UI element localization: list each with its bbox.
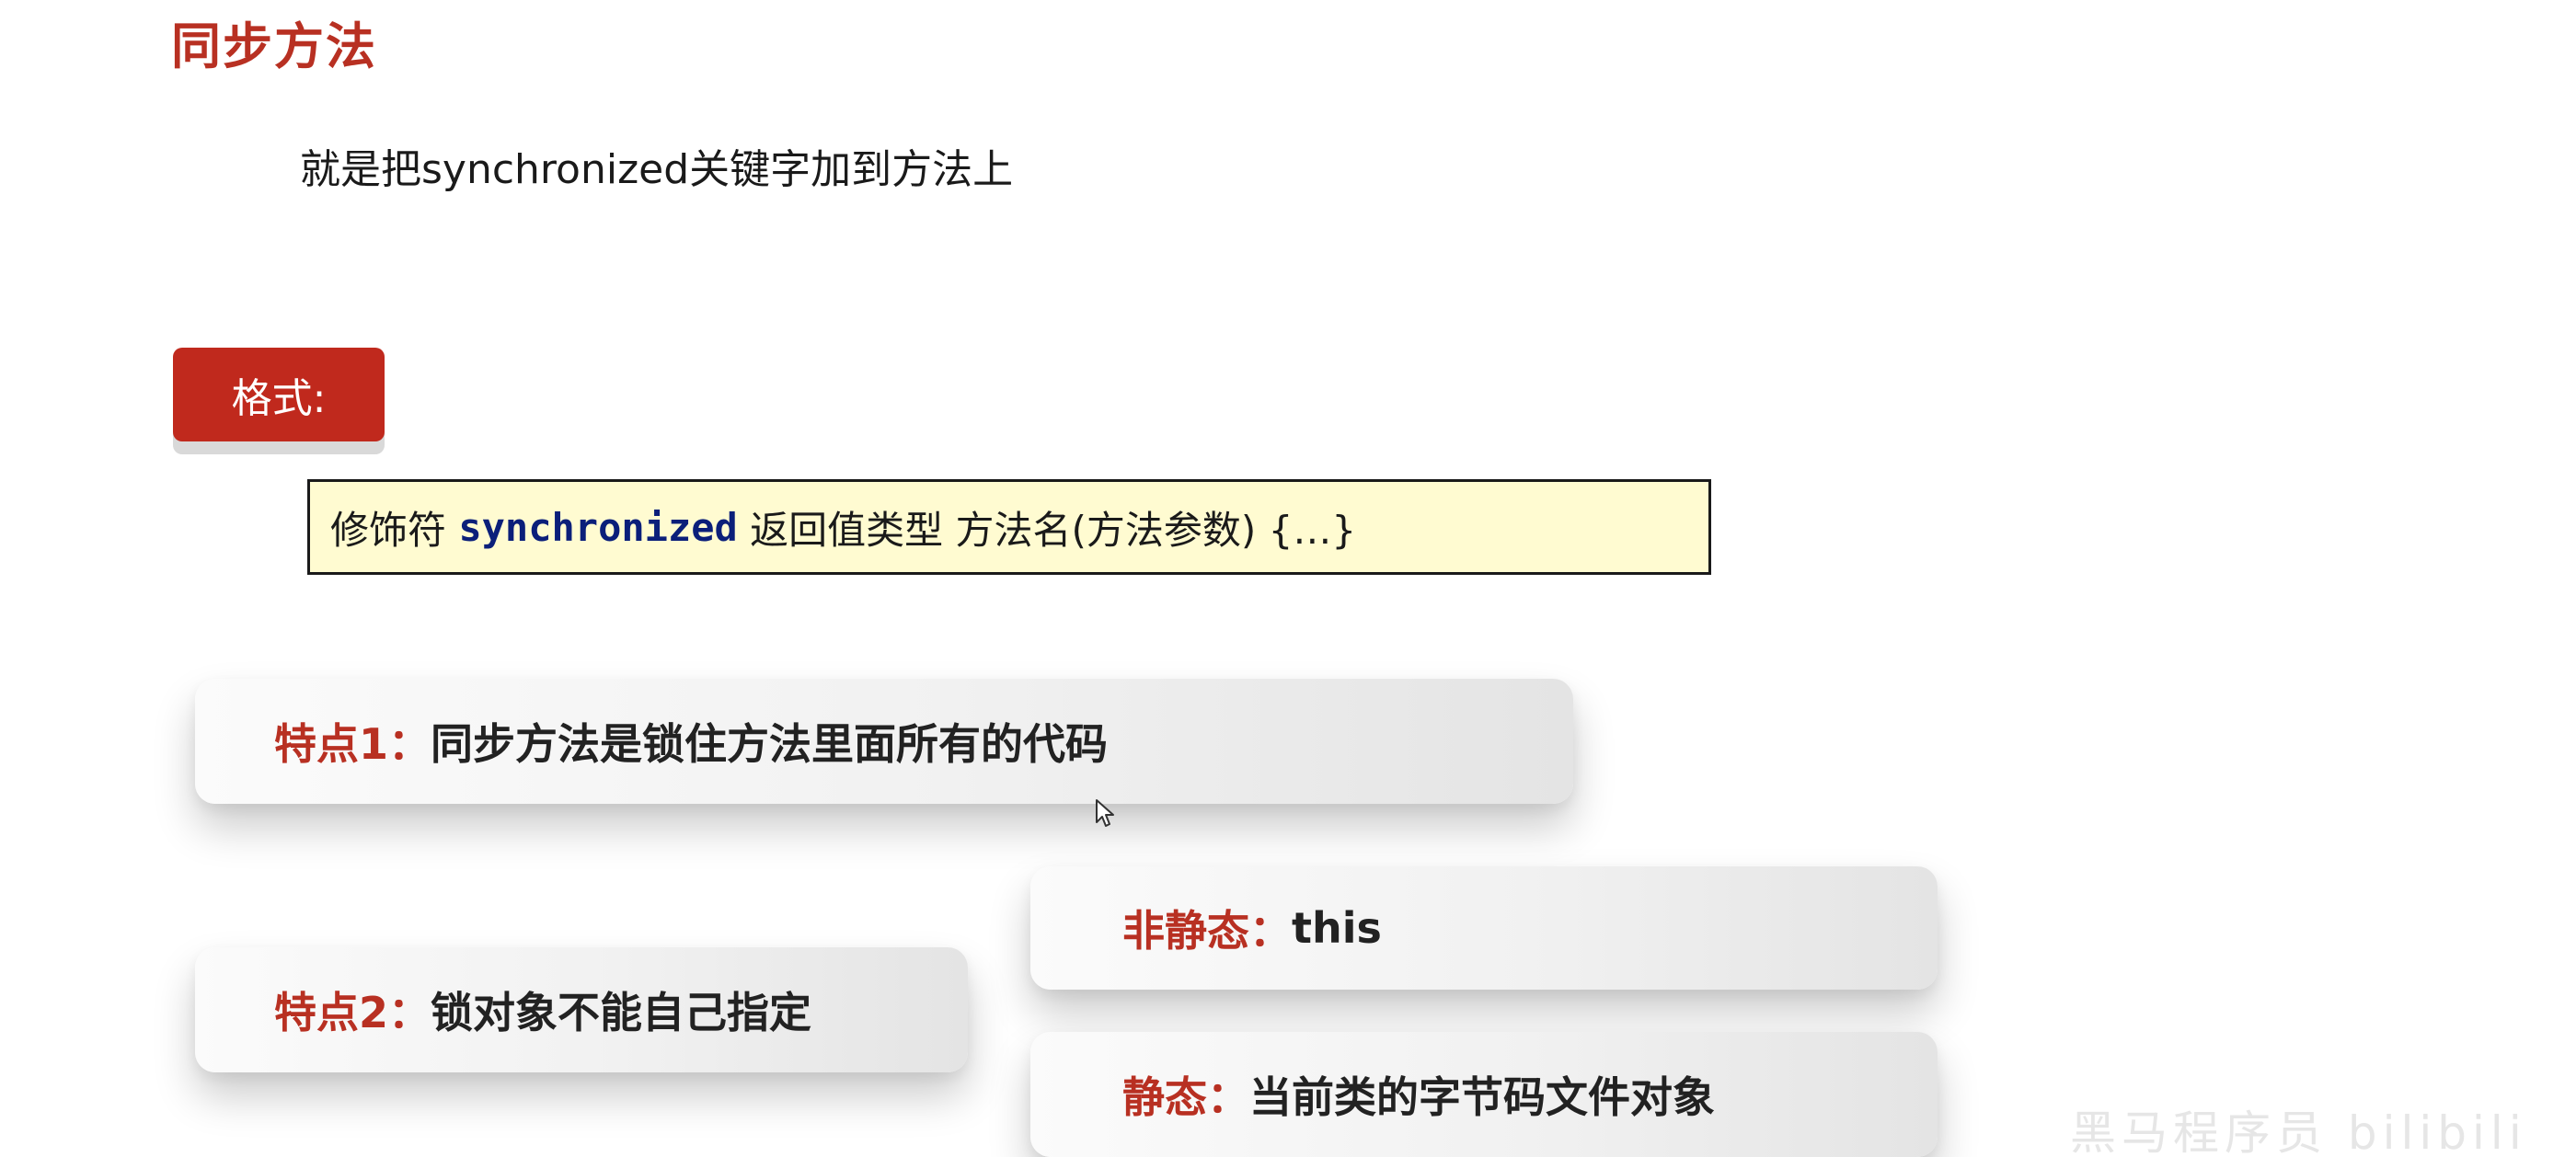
- lock-object-card-static: 静态： 当前类的字节码文件对象: [1030, 1032, 1938, 1157]
- feature-label: 特点1：: [274, 719, 431, 769]
- format-tag: 格式:: [173, 348, 385, 441]
- lock-object-label: 静态：: [1122, 1072, 1249, 1122]
- mouse-pointer-icon: [1096, 799, 1114, 827]
- format-label: 格式:: [231, 375, 327, 422]
- syntax-code-box: 修饰符 synchronized 返回值类型 方法名(方法参数) {…}: [307, 479, 1711, 575]
- feature-label: 特点2：: [274, 988, 431, 1037]
- feature-card-1: 特点1： 同步方法是锁住方法里面所有的代码: [195, 679, 1573, 804]
- lock-object-text: this: [1292, 903, 1382, 953]
- feature-text: 同步方法是锁住方法里面所有的代码: [431, 719, 1109, 769]
- slide-title: 同步方法: [171, 17, 377, 75]
- feature-text: 锁对象不能自己指定: [431, 988, 812, 1037]
- lock-object-label: 非静态：: [1122, 906, 1292, 956]
- lock-object-card-nonstatic: 非静态： this: [1030, 866, 1938, 990]
- slide: 同步方法 就是把synchronized关键字加到方法上 格式: 修饰符 syn…: [0, 0, 2576, 1157]
- lock-object-text: 当前类的字节码文件对象: [1249, 1072, 1715, 1122]
- code-keyword: synchronized: [458, 504, 738, 550]
- watermark: 黑马程序员 bilibili: [2070, 1106, 2527, 1157]
- code-prefix: 修饰符: [330, 507, 459, 553]
- code-suffix: 返回值类型 方法名(方法参数) {…}: [737, 507, 1357, 553]
- slide-description: 就是把synchronized关键字加到方法上: [300, 146, 1014, 193]
- feature-card-2: 特点2： 锁对象不能自己指定: [195, 947, 968, 1072]
